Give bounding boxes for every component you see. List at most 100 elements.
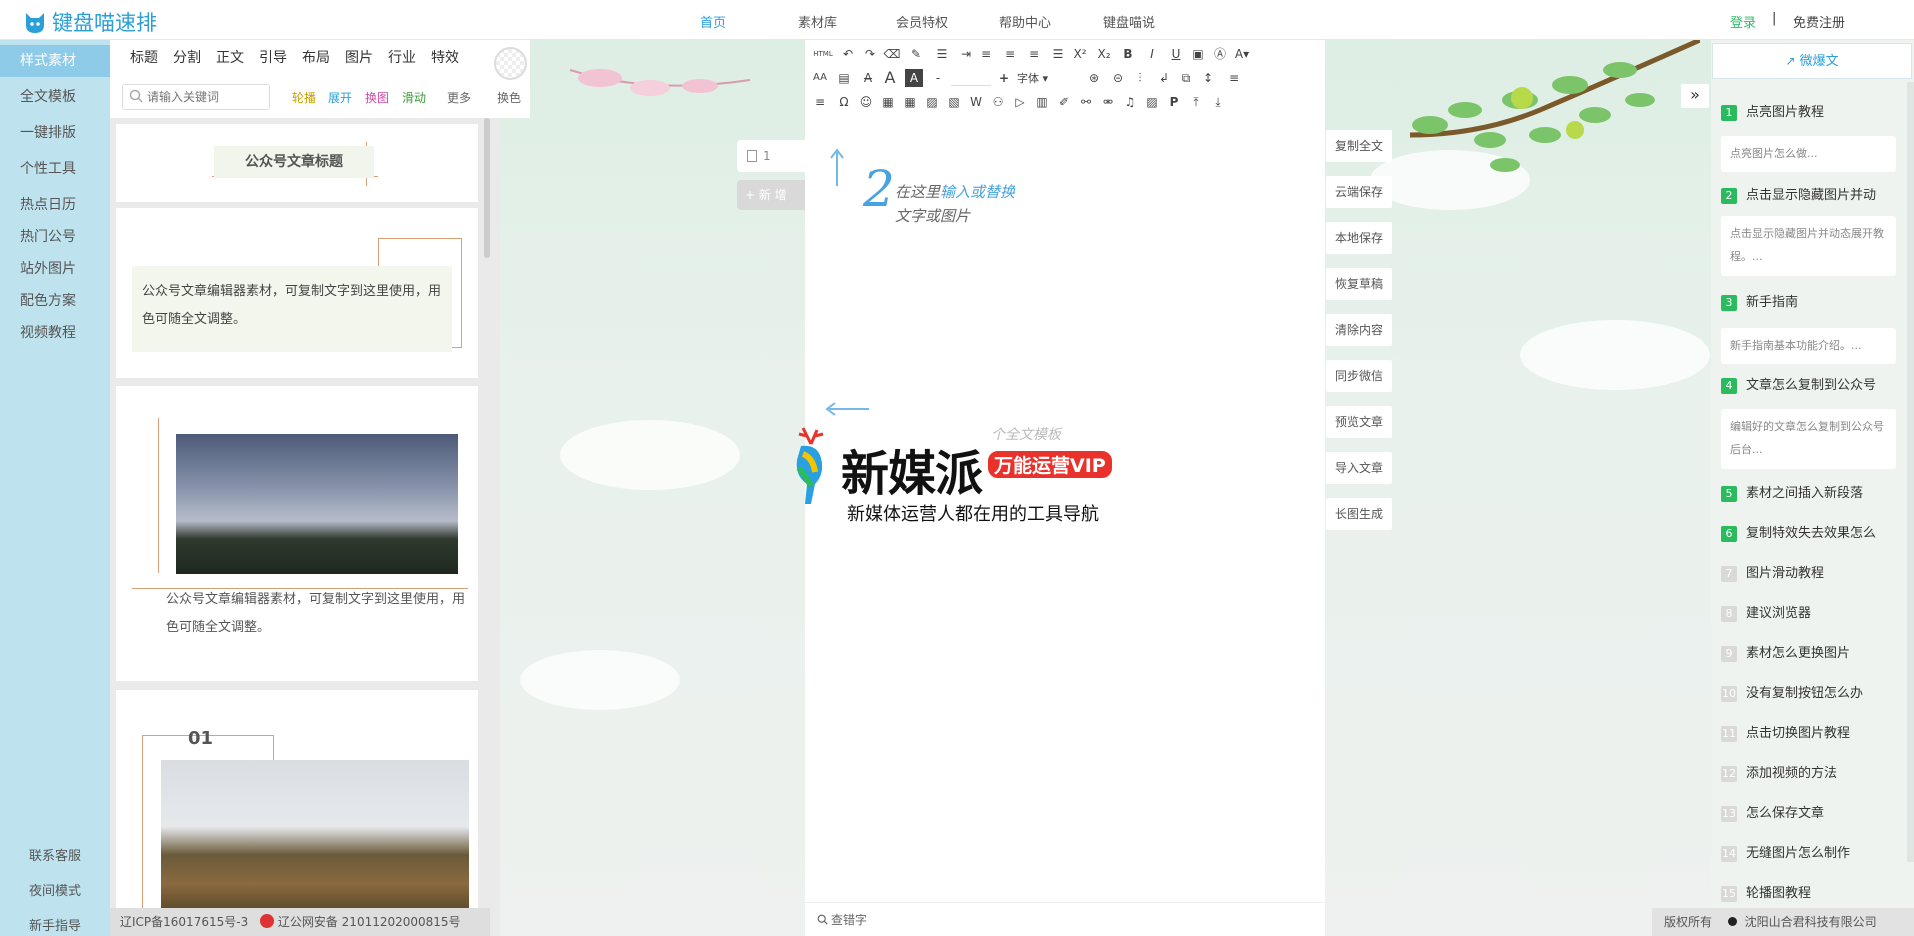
menu-one-click-format[interactable]: 一键排版: [0, 117, 110, 149]
format-painter-icon[interactable]: ✎: [907, 45, 925, 63]
police-text[interactable]: 辽公网安备 21011202000815号: [278, 915, 461, 929]
tutorial-item[interactable]: 14 无缝图片怎么制作: [1721, 842, 1901, 862]
tutorial-item[interactable]: 11 点击切换图片教程: [1721, 722, 1901, 742]
tutorial-item[interactable]: 3 新手指南: [1721, 291, 1901, 311]
menu-templates[interactable]: 全文模板: [0, 81, 110, 113]
menu-hot-accounts[interactable]: 热门公号: [0, 221, 110, 253]
company-name[interactable]: 沈阳山合君科技有限公司: [1745, 915, 1877, 929]
superscript-icon[interactable]: X²: [1071, 45, 1089, 63]
font-style-icon[interactable]: A▾: [1233, 45, 1251, 63]
newbie-guide[interactable]: 新手指导: [0, 915, 110, 934]
register-link[interactable]: 免费注册: [1793, 12, 1845, 31]
material-card[interactable]: 公众号文章编辑器素材，可复制文字到这里使用，用色可随全文调整。: [116, 208, 478, 378]
item-description[interactable]: 点亮图片怎么做...: [1721, 136, 1896, 172]
html-source-button[interactable]: HTML: [811, 45, 835, 63]
bold-icon[interactable]: B: [1119, 45, 1137, 63]
tutorial-item[interactable]: 6 复制特效失去效果怎么: [1721, 522, 1901, 542]
tab-title[interactable]: 标题: [130, 47, 158, 67]
align-right-icon[interactable]: ≡: [1025, 45, 1043, 63]
tutorial-item[interactable]: 12 添加视频的方法: [1721, 762, 1901, 782]
line-height-icon[interactable]: ↕: [1199, 69, 1217, 87]
strikethrough-icon[interactable]: A: [859, 69, 877, 87]
filter-swap-image[interactable]: 换图: [365, 89, 389, 106]
tab-guide[interactable]: 引导: [259, 47, 287, 67]
letter-spacing-icon[interactable]: AA: [811, 69, 829, 87]
tab-viral-articles[interactable]: ↗ 微爆文: [1712, 43, 1912, 79]
insert-below-icon[interactable]: ⤓: [1209, 93, 1227, 111]
swap-color-button[interactable]: 换色: [497, 89, 521, 106]
tutorial-item[interactable]: 15 轮播图教程: [1721, 882, 1901, 902]
background-color-icon[interactable]: A: [905, 69, 923, 87]
item-description[interactable]: 编辑好的文章怎么复制到公众号后台...: [1721, 409, 1896, 469]
nav-help[interactable]: 帮助中心: [999, 12, 1051, 31]
tab-image[interactable]: 图片: [345, 47, 373, 67]
preview-article-button[interactable]: 预览文章: [1326, 406, 1392, 438]
font-size-input[interactable]: [951, 70, 991, 86]
sync-wechat-button[interactable]: 同步微信: [1326, 360, 1392, 392]
color-swatch[interactable]: [494, 47, 527, 80]
underline-icon[interactable]: U: [1167, 45, 1185, 63]
template-icon[interactable]: ▦: [879, 93, 897, 111]
copy-format-icon[interactable]: ⧉: [1177, 69, 1195, 87]
more-format-icon[interactable]: ≡: [811, 93, 829, 111]
image-icon[interactable]: ▨: [923, 93, 941, 111]
filter-slide[interactable]: 滑动: [402, 89, 426, 106]
menu-color-scheme[interactable]: 配色方案: [0, 285, 110, 317]
text-box-icon[interactable]: Ⓐ: [1211, 45, 1229, 63]
paragraph-spacing-icon[interactable]: ⫶: [1131, 69, 1149, 87]
cloud-save-button[interactable]: 云端保存: [1326, 176, 1392, 208]
tutorial-item[interactable]: 4 文章怎么复制到公众号: [1721, 374, 1901, 394]
font-family-select[interactable]: 字体 ▾: [1017, 70, 1077, 86]
tutorial-item[interactable]: 8 建议浏览器: [1721, 602, 1901, 622]
menu-tools[interactable]: 个性工具: [0, 153, 110, 185]
image-gallery-icon[interactable]: ▥: [1033, 93, 1051, 111]
nav-materials[interactable]: 素材库: [798, 12, 837, 31]
subscript-icon[interactable]: X₂: [1095, 45, 1113, 63]
local-save-button[interactable]: 本地保存: [1326, 222, 1392, 254]
indent-left-icon[interactable]: ⊝: [1109, 69, 1127, 87]
wrap-icon[interactable]: ↲: [1155, 69, 1173, 87]
restore-draft-button[interactable]: 恢复草稿: [1326, 268, 1392, 300]
list-icon[interactable]: ☰: [933, 45, 951, 63]
align-center-icon[interactable]: ≡: [1001, 45, 1019, 63]
clear-content-button[interactable]: 清除内容: [1326, 314, 1392, 346]
tutorial-item[interactable]: 2 点击显示隐藏图片并动: [1721, 184, 1901, 204]
table-icon[interactable]: ▦: [901, 93, 919, 111]
filter-carousel[interactable]: 轮播: [292, 89, 316, 106]
search-input[interactable]: [147, 88, 267, 106]
item-description[interactable]: 点击显示隐藏图片并动态展开教程。...: [1721, 216, 1896, 276]
music-icon[interactable]: ♫: [1121, 93, 1139, 111]
copy-all-button[interactable]: 复制全文: [1326, 130, 1392, 162]
emoji-icon[interactable]: ☺: [857, 93, 875, 111]
page-tab[interactable]: 1: [737, 140, 805, 172]
font-size-increase[interactable]: +: [995, 69, 1013, 87]
filter-more[interactable]: 更多: [447, 89, 471, 106]
line-icon[interactable]: ▤: [835, 69, 853, 87]
menu-style-materials[interactable]: 样式素材: [0, 45, 110, 77]
tab-effects[interactable]: 特效: [431, 47, 459, 67]
indent-icon[interactable]: ⇥: [957, 45, 975, 63]
long-image-button[interactable]: 长图生成: [1326, 498, 1392, 530]
menu-external-images[interactable]: 站外图片: [0, 253, 110, 285]
night-mode[interactable]: 夜间模式: [0, 880, 110, 899]
material-card[interactable]: 公众号文章编辑器素材，可复制文字到这里使用，用色可随全文调整。: [116, 386, 478, 681]
icp-text[interactable]: 辽ICP备16017615号-3: [120, 915, 248, 929]
nav-home[interactable]: 首页: [700, 12, 726, 31]
material-card[interactable]: 公众号文章标题: [116, 124, 478, 202]
nav-membership[interactable]: 会员特权: [896, 12, 948, 31]
align-left-icon[interactable]: ≡: [977, 45, 995, 63]
special-char-icon[interactable]: Ω: [835, 93, 853, 111]
seal-icon[interactable]: ⚇: [989, 93, 1007, 111]
video-icon[interactable]: ▷: [1011, 93, 1029, 111]
font-size-decrease[interactable]: -: [929, 69, 947, 87]
word-import-icon[interactable]: W: [967, 93, 985, 111]
tutorial-item[interactable]: 5 素材之间插入新段落: [1721, 482, 1901, 502]
unlink-icon[interactable]: ⚮: [1099, 93, 1117, 111]
border-icon[interactable]: ▣: [1189, 45, 1207, 63]
tutorial-item[interactable]: 13 怎么保存文章: [1721, 802, 1901, 822]
tutorial-item[interactable]: 9 素材怎么更换图片: [1721, 642, 1901, 662]
tab-layout[interactable]: 布局: [302, 47, 330, 67]
tutorial-item[interactable]: 1 点亮图片教程: [1721, 101, 1901, 121]
material-card[interactable]: 01: [116, 690, 478, 936]
link-icon[interactable]: ⚯: [1077, 93, 1095, 111]
